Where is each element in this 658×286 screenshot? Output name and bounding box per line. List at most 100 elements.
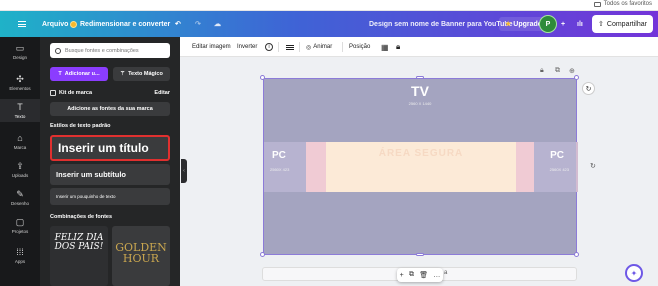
tv-size: 2560 X 1440 <box>408 101 432 106</box>
text-panel: T Adicionar u... ⚚ Texto Mágico Kit de m… <box>40 37 180 286</box>
avatar[interactable]: P <box>539 15 557 33</box>
brand-kit-label: Kit de marca <box>59 89 93 96</box>
pc-right-label: PC <box>550 150 564 161</box>
magic-text-button[interactable]: ⚚ Texto Mágico <box>113 67 170 81</box>
search-icon <box>55 47 61 54</box>
menu-icon[interactable] <box>18 11 28 37</box>
pc-left-label: PC <box>272 150 286 161</box>
redo-icon[interactable]: ↷ <box>195 11 201 37</box>
all-bookmarks-folder[interactable]: Todos os favoritos <box>593 1 652 7</box>
add-icon[interactable]: + <box>400 272 404 279</box>
lock-page-icon[interactable]: 🔒︎ <box>540 67 544 75</box>
lock-icon[interactable]: 🔒︎ <box>396 37 400 57</box>
add-people-icon[interactable]: + <box>561 11 565 37</box>
font-search[interactable] <box>50 43 170 58</box>
upload-icon: ⇪ <box>16 161 24 171</box>
line-style-icon[interactable] <box>286 37 294 57</box>
resize-button[interactable]: Redimensionar e converter <box>70 11 170 37</box>
folder-icon <box>593 1 601 7</box>
rail-item-label: Apps <box>14 259 26 264</box>
font-combo-card[interactable]: FELIZ DIA DOS PAIS! <box>50 226 108 286</box>
brand-kit-row: Kit de marca Editar <box>50 88 170 97</box>
brand-icon: ⌂ <box>17 133 23 143</box>
animate-button[interactable]: ◎ Animar <box>306 37 332 57</box>
magic-wand-icon: ⚚ <box>120 71 126 77</box>
resize-label: Redimensionar e converter <box>80 20 171 28</box>
text-icon: T <box>58 71 62 77</box>
font-search-input[interactable] <box>65 47 165 54</box>
rail-item-label: Marca <box>13 145 27 150</box>
add-text-box-button[interactable]: T Adicionar u... <box>50 67 108 81</box>
pc-right-size: 2560X 423 <box>549 167 569 172</box>
resize-handle[interactable] <box>574 75 579 80</box>
animate-icon: ◎ <box>306 44 312 51</box>
magic-text-label: Texto Mágico <box>128 71 163 77</box>
tv-label: TV <box>411 83 429 99</box>
magic-assistant-icon[interactable]: ✦ <box>625 264 643 282</box>
add-heading-button[interactable]: Inserir um título <box>50 135 170 161</box>
resize-handle[interactable] <box>416 76 424 79</box>
divider <box>278 42 279 52</box>
brand-kit-icon <box>50 89 56 96</box>
share-icon: ⇧ <box>598 21 604 28</box>
folder-icon: ▢ <box>15 217 25 227</box>
upgrade-label: Upgrade <box>513 20 542 28</box>
canva-editor-window: Todos os favoritos Arquivo Redimensionar… <box>0 0 658 286</box>
add-brand-fonts-button[interactable]: Adicione as fontes da sua marca <box>50 102 170 116</box>
edit-brand-kit-link[interactable]: Editar <box>154 90 170 96</box>
share-button[interactable]: ⇧ Compartilhar <box>592 15 653 33</box>
rail-item-brand[interactable]: ⌂ Marca <box>0 133 40 150</box>
divider <box>299 42 300 52</box>
text-icon: T <box>17 102 23 112</box>
add-subheading-button[interactable]: Inserir um subtítulo <box>50 164 170 185</box>
animate-label: Animar <box>313 44 333 50</box>
edit-image-button[interactable]: Editar imagem <box>192 37 231 57</box>
crown-icon <box>70 20 77 28</box>
share-label: Compartilhar <box>606 20 647 28</box>
elements-icon: ✣ <box>16 74 24 84</box>
rail-item-projects[interactable]: ▢ Projetos <box>0 217 40 234</box>
flip-button[interactable]: Inverter <box>237 37 257 57</box>
bookmarks-bar: Todos os favoritos <box>0 0 658 11</box>
context-toolbar: Editar imagem Inverter i ◎ Animar Posiçã… <box>180 37 658 57</box>
all-bookmarks-label: Todos os favoritos <box>603 1 652 7</box>
rail-item-elements[interactable]: ✣ Elementos <box>0 74 40 91</box>
resize-handle[interactable] <box>260 252 265 257</box>
duplicate-page-icon[interactable]: ⧉ <box>555 67 560 75</box>
position-button[interactable]: Posição <box>349 37 370 57</box>
rotate-handle-icon[interactable]: ↻ <box>590 162 596 170</box>
rail-item-label: Texto <box>14 114 26 119</box>
draw-icon: ✎ <box>16 189 24 199</box>
font-combo-card[interactable]: GOLDEN HOUR <box>112 226 170 286</box>
design-canvas[interactable]: TV 2560 X 1440 PC 2560X 423 PC 2560X 423… <box>263 78 578 255</box>
resize-handle[interactable] <box>260 75 265 80</box>
rail-item-uploads[interactable]: ⇪ Uploads <box>0 161 40 178</box>
side-rail: ▭ Design ✣ Elementos T Texto ⌂ Marca ⇪ U… <box>0 37 40 286</box>
document-title[interactable]: Design sem nome de Banner para YouTube <box>369 11 513 37</box>
undo-icon[interactable]: ↶ <box>175 11 181 37</box>
rotate-icon[interactable]: ↻ <box>582 82 595 95</box>
rail-item-draw[interactable]: ✎ Desenho <box>0 189 40 206</box>
file-menu[interactable]: Arquivo <box>42 11 68 37</box>
rail-item-label: Elementos <box>9 86 31 91</box>
resize-handle[interactable] <box>574 252 579 257</box>
rail-item-design[interactable]: ▭ Design <box>0 43 40 60</box>
info-icon[interactable]: i <box>265 43 273 51</box>
tablet-left-area <box>306 142 326 192</box>
duplicate-icon[interactable]: ⧉ <box>409 271 414 279</box>
default-styles-heading: Estilos de texto padrão <box>50 123 111 129</box>
insights-icon[interactable]: ılı <box>577 11 583 37</box>
collapse-panel-handle[interactable]: ‹ <box>181 159 187 183</box>
cloud-save-icon[interactable]: ☁ <box>214 11 221 37</box>
transparency-icon[interactable]: ▦ <box>381 37 389 57</box>
trash-icon[interactable]: 🗑︎ <box>419 271 428 279</box>
more-icon[interactable]: … <box>433 272 440 279</box>
add-body-text-button[interactable]: Inserir um pouquinho de texto <box>50 188 170 205</box>
pc-left-size: 2560X 423 <box>270 167 290 172</box>
rail-item-apps[interactable]: ⁞⁞⁞ Apps <box>0 247 40 264</box>
add-page-icon[interactable]: ⊕ <box>569 67 575 75</box>
top-bar: Arquivo Redimensionar e converter ↶ ↷ ☁ … <box>0 11 658 37</box>
rail-item-text[interactable]: T Texto <box>0 99 40 122</box>
tablet-right-area <box>514 142 534 192</box>
resize-handle[interactable] <box>416 253 424 256</box>
